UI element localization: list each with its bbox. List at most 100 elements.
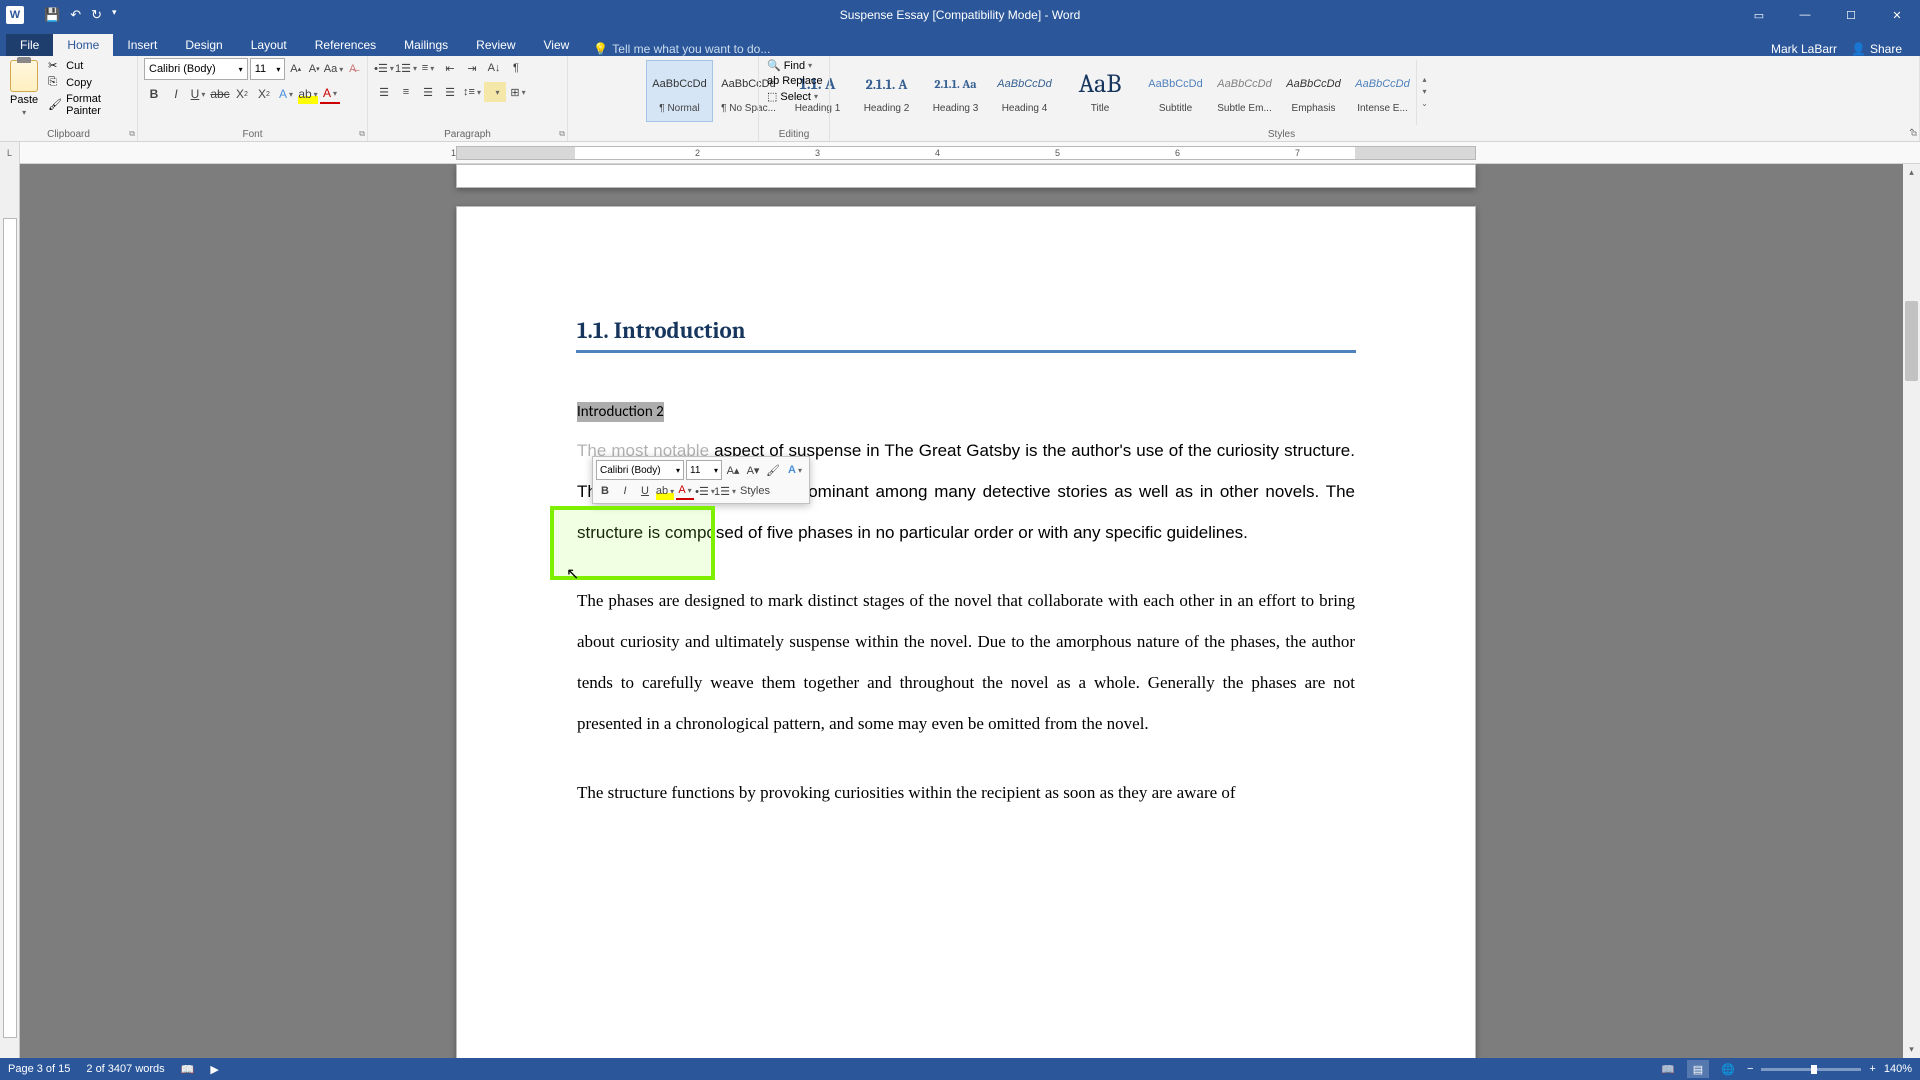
close-button[interactable]: ✕ <box>1874 0 1920 30</box>
tab-home[interactable]: Home <box>53 34 113 56</box>
mini-format-painter-button[interactable]: 🖌 <box>764 461 782 479</box>
font-size-selector[interactable]: 11▾ <box>250 58 286 80</box>
mini-styles-button[interactable]: A <box>784 461 806 479</box>
font-name-selector[interactable]: Calibri (Body)▾ <box>144 58 248 80</box>
tab-view[interactable]: View <box>530 34 584 56</box>
tell-me-search[interactable]: 💡 Tell me what you want to do... <box>593 42 770 56</box>
style-item-heading-4[interactable]: AaBbCcDdHeading 4 <box>991 60 1058 122</box>
text-effects-button[interactable]: A <box>276 84 296 104</box>
bullets-button[interactable]: •☰ <box>374 58 394 78</box>
highlight-button[interactable]: ab <box>298 84 318 104</box>
page-indicator[interactable]: Page 3 of 15 <box>8 1063 70 1076</box>
underline-button[interactable]: U <box>188 84 208 104</box>
align-left-button[interactable]: ☰ <box>374 82 394 102</box>
select-button[interactable]: ⬚Select▾ <box>765 89 823 104</box>
style-item-title[interactable]: AaBTitle <box>1060 60 1140 122</box>
tab-review[interactable]: Review <box>462 34 529 56</box>
document-page[interactable]: 1.1. Introduction Introduction 2 The mos… <box>456 206 1476 1058</box>
scroll-down-icon[interactable]: ▾ <box>1903 1041 1920 1058</box>
scrollbar-thumb[interactable] <box>1905 301 1918 381</box>
tab-selector[interactable]: L <box>0 142 20 164</box>
macro-icon[interactable]: ▶ <box>210 1063 218 1076</box>
share-button[interactable]: 👤 Share <box>1851 42 1902 56</box>
read-mode-button[interactable]: 📖 <box>1657 1060 1679 1078</box>
multilevel-button[interactable]: ≡ <box>418 58 438 78</box>
maximize-button[interactable]: ☐ <box>1828 0 1874 30</box>
style-item-heading-2[interactable]: 2.1.1. AHeading 2 <box>853 60 920 122</box>
paste-button[interactable]: Paste ▾ <box>6 58 42 119</box>
style-item--normal[interactable]: AaBbCcDd¶ Normal <box>646 60 713 122</box>
mini-italic-button[interactable]: I <box>616 482 634 500</box>
minimize-button[interactable]: — <box>1782 0 1828 30</box>
italic-button[interactable]: I <box>166 84 186 104</box>
tab-insert[interactable]: Insert <box>113 34 171 56</box>
grow-font-button[interactable]: A▴ <box>287 59 304 79</box>
numbering-button[interactable]: 1☰ <box>396 58 416 78</box>
font-launcher-icon[interactable]: ⧉ <box>359 129 365 139</box>
superscript-button[interactable]: X2 <box>254 84 274 104</box>
mini-shrink-font-button[interactable]: A▾ <box>744 461 762 479</box>
tab-file[interactable]: File <box>6 34 53 56</box>
mini-bullets-button[interactable]: •☰ <box>696 482 714 500</box>
increase-indent-button[interactable]: ⇥ <box>462 58 482 78</box>
align-right-button[interactable]: ☰ <box>418 82 438 102</box>
collapse-ribbon-icon[interactable]: ⌃ <box>1908 128 1916 139</box>
body-paragraph[interactable]: The structure functions by provoking cur… <box>577 773 1355 814</box>
expand-gallery-icon[interactable]: ⌄ <box>1417 99 1432 111</box>
selected-heading-text[interactable]: Introduction 2 <box>577 402 664 422</box>
style-item-subtitle[interactable]: AaBbCcDdSubtitle <box>1142 60 1209 122</box>
tab-references[interactable]: References <box>301 34 390 56</box>
body-paragraph[interactable]: The phases are designed to mark distinct… <box>577 581 1355 744</box>
mini-size-selector[interactable]: 11▾ <box>686 460 722 480</box>
vertical-scrollbar[interactable]: ▴ ▾ <box>1903 164 1920 1058</box>
shrink-font-button[interactable]: A▾ <box>306 59 323 79</box>
align-center-button[interactable]: ≡ <box>396 82 416 102</box>
zoom-out-button[interactable]: − <box>1747 1063 1753 1075</box>
format-painter-button[interactable]: 🖌Format Painter <box>46 92 131 118</box>
clipboard-launcher-icon[interactable]: ⧉ <box>129 129 135 139</box>
line-spacing-button[interactable]: ↕≡ <box>462 82 482 102</box>
shading-button[interactable] <box>484 82 506 102</box>
zoom-in-button[interactable]: + <box>1869 1063 1875 1075</box>
tab-mailings[interactable]: Mailings <box>390 34 462 56</box>
ribbon-display-icon[interactable]: ▭ <box>1736 0 1782 30</box>
tab-design[interactable]: Design <box>171 34 236 56</box>
borders-button[interactable]: ⊞ <box>508 82 528 102</box>
zoom-level[interactable]: 140% <box>1884 1063 1912 1075</box>
mini-styles-label[interactable]: Styles <box>736 482 774 500</box>
justify-button[interactable]: ☰ <box>440 82 460 102</box>
style-item-emphasis[interactable]: AaBbCcDdEmphasis <box>1280 60 1347 122</box>
heading-text[interactable]: 1.1. Introduction <box>577 317 1355 344</box>
subscript-button[interactable]: X2 <box>232 84 252 104</box>
word-count[interactable]: 2 of 3407 words <box>86 1063 164 1076</box>
sort-button[interactable]: A↓ <box>484 58 504 78</box>
tab-layout[interactable]: Layout <box>237 34 301 56</box>
strikethrough-button[interactable]: abc <box>210 84 230 104</box>
replace-button[interactable]: abReplace <box>765 74 823 88</box>
undo-icon[interactable]: ↶ <box>70 7 81 23</box>
spell-check-icon[interactable]: 📖 <box>181 1063 195 1076</box>
find-button[interactable]: 🔍Find▾ <box>765 58 823 73</box>
save-icon[interactable]: 💾 <box>44 7 60 23</box>
mini-highlight-button[interactable]: ab <box>656 482 674 500</box>
qat-customize-icon[interactable]: ▾ <box>112 7 117 23</box>
web-layout-button[interactable]: 🌐 <box>1717 1060 1739 1078</box>
mini-underline-button[interactable]: U <box>636 482 654 500</box>
mini-numbering-button[interactable]: 1☰ <box>716 482 734 500</box>
mini-font-selector[interactable]: Calibri (Body)▾ <box>596 460 684 480</box>
decrease-indent-button[interactable]: ⇤ <box>440 58 460 78</box>
mini-font-color-button[interactable]: A <box>676 482 694 500</box>
style-item-subtle-em-[interactable]: AaBbCcDdSubtle Em... <box>1211 60 1278 122</box>
redo-icon[interactable]: ↻ <box>91 7 102 23</box>
scroll-up-icon[interactable]: ▴ <box>1903 164 1920 181</box>
styles-expand[interactable]: ▴ ▾ ⌄ <box>1416 60 1432 125</box>
paragraph-launcher-icon[interactable]: ⧉ <box>559 129 565 139</box>
mini-grow-font-button[interactable]: A▴ <box>724 461 742 479</box>
copy-button[interactable]: ⎘Copy <box>46 75 131 91</box>
print-layout-button[interactable]: ▤ <box>1687 1060 1709 1078</box>
scroll-down-icon[interactable]: ▾ <box>1417 87 1432 99</box>
zoom-slider[interactable] <box>1761 1068 1861 1071</box>
user-name[interactable]: Mark LaBarr <box>1771 42 1837 56</box>
scroll-up-icon[interactable]: ▴ <box>1417 75 1432 87</box>
change-case-button[interactable]: Aa <box>324 59 342 79</box>
